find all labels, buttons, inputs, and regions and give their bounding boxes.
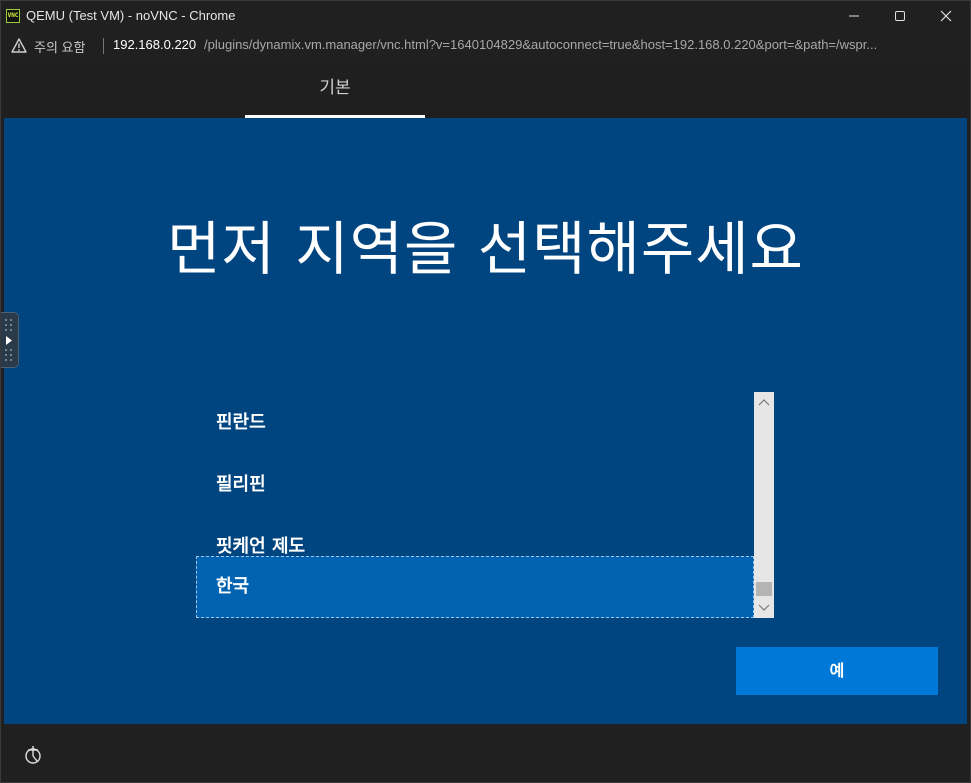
novnc-control-handle[interactable]: [0, 312, 19, 368]
maximize-icon: [895, 11, 905, 21]
close-button[interactable]: [923, 0, 969, 32]
scroll-down-button[interactable]: [754, 599, 774, 617]
scroll-up-button[interactable]: [754, 393, 774, 411]
close-icon: [940, 10, 952, 22]
accessibility-icon[interactable]: [22, 744, 44, 766]
vnc-logo-icon: VNC: [6, 9, 20, 23]
maximize-button[interactable]: [877, 0, 923, 32]
address-separator: [103, 38, 104, 54]
warning-icon[interactable]: [11, 38, 27, 53]
vm-tab-strip: 기본: [4, 62, 967, 118]
address-bar[interactable]: 주의 요함 192.168.0.220 /plugins/dynamix.vm.…: [0, 32, 971, 60]
yes-button[interactable]: 예: [736, 647, 938, 695]
url-host[interactable]: 192.168.0.220: [113, 37, 196, 52]
url-path[interactable]: /plugins/dynamix.vm.manager/vnc.html?v=1…: [204, 37, 964, 52]
browser-titlebar: VNC QEMU (Test VM) - noVNC - Chrome: [0, 0, 971, 32]
expand-arrow-icon: [6, 336, 12, 345]
window-title: QEMU (Test VM) - noVNC - Chrome: [26, 8, 236, 23]
chevron-up-icon: [758, 399, 770, 406]
tab-basic[interactable]: 기본: [245, 62, 425, 118]
list-item[interactable]: 핀란드: [196, 392, 754, 454]
scroll-thumb[interactable]: [756, 582, 772, 596]
region-listbox[interactable]: 핀란드 필리핀 핏케언 제도 한국: [196, 392, 774, 618]
oobe-bottom-bar: [4, 724, 967, 780]
page-title: 먼저 지역을 선택해주세요: [167, 215, 804, 283]
list-item-selected[interactable]: 한국: [196, 556, 754, 618]
chevron-down-icon: [758, 604, 770, 611]
security-warning-label[interactable]: 주의 요함: [34, 37, 85, 56]
oobe-region-panel: 먼저 지역을 선택해주세요 핀란드 필리핀 핏케언 제도 한국 예: [4, 118, 967, 724]
list-scrollbar[interactable]: [754, 392, 774, 618]
minimize-button[interactable]: [831, 0, 877, 32]
minimize-icon: [849, 15, 859, 17]
list-item[interactable]: 필리핀: [196, 454, 754, 516]
